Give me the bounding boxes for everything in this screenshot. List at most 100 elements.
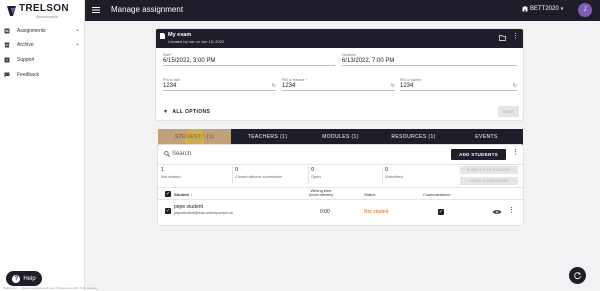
refresh-icon: [574, 272, 581, 280]
sort-arrow-icon: ↑: [190, 192, 193, 197]
support-icon: ?: [4, 57, 10, 63]
exam-title: My exam: [168, 32, 192, 38]
exam-card: My exam Created by me on Jun 15, 2022 ⋮ …: [156, 29, 523, 120]
start-label: Start*: [163, 53, 172, 57]
logo-name: TRELSON: [19, 3, 69, 14]
chevron-down-icon[interactable]: ⌄: [75, 26, 80, 33]
column-header-unit: (hours:minutes): [308, 193, 334, 197]
undo-submission-button[interactable]: UNDO SUBMISSION: [460, 177, 518, 185]
add-students-button[interactable]: ADD STUDENTS: [451, 149, 506, 160]
exam-header: My exam Created by me on Jun 15, 2022 ⋮: [156, 29, 523, 48]
student-name: pepe student: [174, 204, 203, 210]
tab-resources[interactable]: RESOURCES (1): [377, 129, 450, 145]
school-name: BETT2020: [530, 6, 559, 12]
pin-submit-field[interactable]: PIN to submit 1234 ↻: [400, 78, 517, 91]
pin-resume-field[interactable]: PIN to resume * 1234 ↻: [282, 78, 395, 91]
stat-open: 0 Open: [311, 167, 321, 179]
divider: [158, 187, 523, 188]
feedback-icon: [4, 72, 10, 78]
row-checkbox[interactable]: ✓: [165, 208, 171, 214]
sidebar-item-label: Archive: [17, 41, 34, 48]
sidebar-item-label: Support: [17, 56, 35, 63]
logo-tagline: Assessment: [36, 14, 58, 19]
sidebar-item-label: Assignments: [17, 27, 46, 34]
column-header-status: Status: [364, 192, 376, 197]
help-button[interactable]: ? Help: [6, 271, 42, 286]
start-field[interactable]: Start* 6/15/2022, 3:00 PM: [163, 53, 335, 66]
writing-time-value: 0:00: [320, 209, 330, 215]
chevron-down-icon: ▼: [163, 109, 169, 115]
status-badge: Not started: [364, 209, 389, 215]
logo-mark-icon: [7, 6, 16, 16]
eye-icon[interactable]: [492, 209, 502, 215]
pin-submit-label: PIN to submit: [400, 78, 422, 82]
column-header-writing-time: Writing time (hours:minutes): [306, 188, 336, 197]
exam-more-icon[interactable]: ⋮: [512, 33, 519, 40]
assignment-icon: [4, 28, 10, 34]
students-panel: Search ADD STUDENTS ⋮ 1 Not started 0 Cl…: [158, 145, 523, 225]
stat-value: 0: [311, 167, 315, 173]
tab-teachers[interactable]: TEACHERS (1): [231, 129, 304, 145]
sidebar-item-support[interactable]: ? Support: [4, 54, 82, 65]
logo[interactable]: TRELSON Assessment: [6, 3, 76, 20]
all-options-toggle[interactable]: ▼ ALL OPTIONS: [163, 109, 210, 115]
deadline-value: 6/13/2022, 7:00 PM: [342, 58, 395, 64]
help-label: Help: [23, 275, 36, 282]
stat-label: Closed without submission: [235, 174, 283, 179]
stat-value: 0: [385, 167, 389, 173]
customizations-checkbox[interactable]: ✓: [438, 209, 444, 215]
start-value: 6/15/2022, 3:00 PM: [163, 58, 216, 64]
pin-start-label: PIN to start: [163, 78, 181, 82]
avatar[interactable]: J: [578, 3, 592, 17]
save-button[interactable]: SAVE: [498, 106, 519, 117]
column-header-student[interactable]: Student ↑: [174, 192, 192, 197]
refresh-icon[interactable]: ↻: [513, 83, 517, 89]
refresh-fab-button[interactable]: [569, 267, 586, 284]
folder-icon[interactable]: [499, 35, 506, 41]
browser-status-bar: Waiting for ... (trelson assessment eval…: [3, 286, 98, 290]
stat-submitted: 0 Submitted: [385, 167, 403, 179]
tab-modules[interactable]: MODULES (1): [304, 129, 377, 145]
page-title: Manage assignment: [111, 5, 184, 14]
student-email: pepestudent@edu.onlinepartner.se: [174, 211, 234, 215]
divider: [382, 166, 383, 184]
pin-start-field[interactable]: PIN to start 1234 ↻: [163, 78, 276, 91]
chevron-down-icon[interactable]: ⌄: [75, 40, 80, 47]
deadline-field[interactable]: Deadline 6/13/2022, 7:00 PM: [342, 53, 517, 66]
refresh-icon[interactable]: ↻: [272, 83, 276, 89]
select-all-checkbox[interactable]: ✓: [165, 191, 171, 197]
sidebar-item-feedback[interactable]: Feedback: [4, 69, 82, 80]
row-more-icon[interactable]: ⋮: [508, 207, 515, 214]
search-input[interactable]: Search: [172, 151, 191, 157]
stat-value: 1: [161, 167, 165, 173]
divider: [158, 199, 523, 200]
sidebar-item-label: Feedback: [17, 71, 39, 78]
archive-icon: [4, 42, 10, 48]
stat-not-started: 1 Not started: [161, 167, 181, 179]
refresh-icon[interactable]: ↻: [391, 83, 395, 89]
exam-created: Created by me on Jun 15, 2022: [168, 39, 225, 44]
deadline-label: Deadline: [342, 53, 356, 57]
document-icon: [160, 33, 165, 39]
stat-value: 0: [235, 167, 239, 173]
submit-for-student-button[interactable]: SUBMIT FOR STUDENT: [460, 166, 518, 174]
search-icon: [164, 151, 170, 157]
pin-resume-label: PIN to resume *: [282, 78, 307, 82]
sidebar-item-archive[interactable]: Archive ⌄: [4, 39, 82, 50]
stat-closed: 0 Closed without submission: [235, 167, 282, 179]
school-icon: [522, 6, 528, 12]
pin-start-value: 1234: [163, 83, 177, 89]
assignment-tabs: STUDENTS (1) TEACHERS (1) MODULES (1) RE…: [158, 129, 523, 145]
students-more-icon[interactable]: ⋮: [512, 149, 519, 156]
pin-resume-value: 1234: [282, 83, 296, 89]
pin-submit-value: 1234: [400, 83, 414, 89]
school-selector[interactable]: BETT2020 ▾: [522, 6, 563, 12]
tab-events[interactable]: EVENTS: [450, 129, 523, 145]
divider: [158, 164, 523, 165]
sidebar: TRELSON Assessment Assignments ⌄ Archive…: [0, 0, 85, 291]
divider: [232, 166, 233, 184]
sidebar-item-assignments[interactable]: Assignments ⌄: [4, 25, 82, 36]
stat-label: Not started: [161, 174, 181, 179]
top-bar: Manage assignment BETT2020 ▾ J: [85, 0, 600, 21]
menu-icon[interactable]: [92, 6, 100, 14]
